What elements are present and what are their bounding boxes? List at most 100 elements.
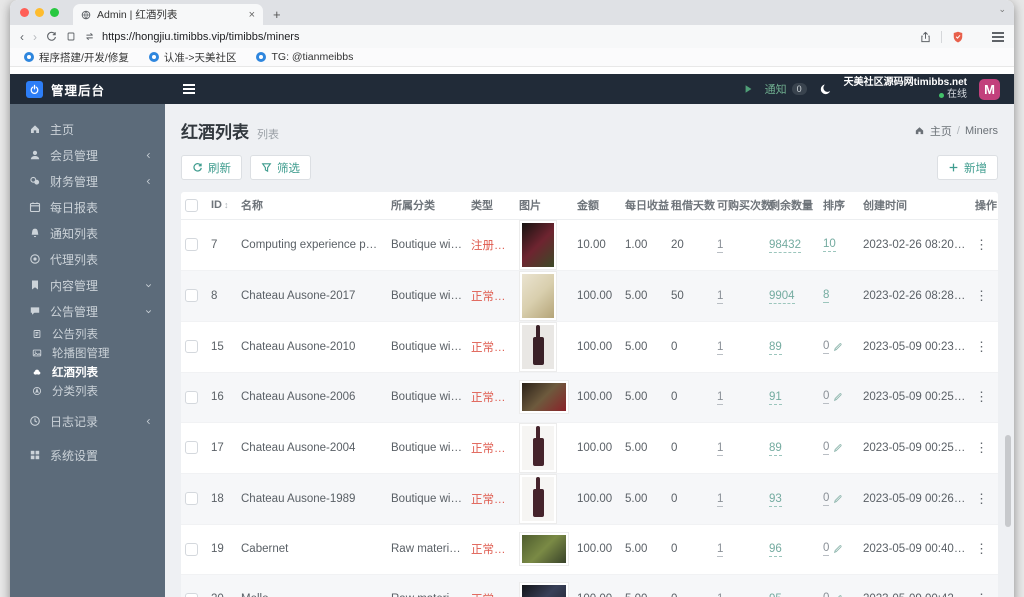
buy-times-link[interactable]: 1 (717, 492, 724, 507)
back-icon[interactable]: ‹ (20, 31, 24, 43)
wine-image[interactable] (519, 321, 557, 371)
edit-pencil-icon[interactable] (833, 544, 843, 554)
bookmark-item[interactable]: 程序搭建/开发/修复 (24, 50, 129, 65)
sort-link[interactable]: 0 (823, 542, 830, 556)
sidebar-item[interactable]: 系统设置 (10, 442, 165, 468)
row-actions-button[interactable]: ⋮ (975, 491, 988, 506)
sort-arrows-icon[interactable]: ↕ (224, 200, 229, 210)
sidebar-item[interactable]: 主页 (10, 116, 165, 142)
edit-pencil-icon[interactable] (833, 443, 843, 453)
remaining-link[interactable]: 89 (769, 340, 782, 355)
row-actions-button[interactable]: ⋮ (975, 440, 988, 455)
row-actions-button[interactable]: ⋮ (975, 389, 988, 404)
address-bar[interactable]: https://hongjiu.timibbs.vip/timibbs/mine… (85, 31, 911, 43)
play-icon[interactable] (744, 84, 753, 94)
tab-close-icon[interactable]: × (249, 9, 255, 21)
remaining-link[interactable]: 98432 (769, 238, 801, 253)
sidebar-item[interactable]: 每日报表 (10, 194, 165, 220)
row-actions-button[interactable]: ⋮ (975, 541, 988, 556)
column-header[interactable]: ID ↕ (207, 192, 237, 220)
reload-icon[interactable] (46, 31, 57, 42)
forward-icon[interactable]: › (33, 31, 37, 43)
refresh-button[interactable]: 刷新 (181, 155, 242, 180)
wine-image[interactable] (519, 582, 569, 597)
browser-menu-icon[interactable] (992, 31, 1004, 42)
sidebar-item[interactable]: 通知列表 (10, 220, 165, 246)
sort-link[interactable]: 10 (823, 238, 836, 252)
row-checkbox[interactable] (185, 441, 198, 454)
adblock-shield-icon[interactable] (952, 31, 964, 43)
share-icon[interactable] (920, 31, 931, 43)
tab-overview-chevron-icon[interactable]: ⌄ (998, 4, 1006, 15)
row-checkbox[interactable] (185, 390, 198, 404)
buy-times-link[interactable]: 1 (717, 340, 724, 355)
row-actions-button[interactable]: ⋮ (975, 237, 988, 252)
wine-image[interactable] (519, 270, 557, 320)
sidebar-item[interactable]: 公告列表 (10, 324, 165, 343)
wine-image[interactable] (519, 532, 569, 566)
edit-pencil-icon[interactable] (833, 342, 843, 352)
add-button[interactable]: 新增 (937, 155, 998, 180)
sort-link[interactable]: 0 (823, 390, 830, 404)
wine-image[interactable] (519, 380, 569, 414)
buy-times-link[interactable]: 1 (717, 441, 724, 456)
row-actions-button[interactable]: ⋮ (975, 591, 988, 597)
new-tab-button[interactable]: + (273, 7, 281, 22)
sidebar-item[interactable]: 红酒列表 (10, 362, 165, 381)
reading-list-icon[interactable] (66, 31, 76, 42)
sidebar-item[interactable]: 日志记录 (10, 408, 165, 434)
remaining-link[interactable]: 91 (769, 391, 782, 405)
edit-pencil-icon[interactable] (833, 494, 843, 504)
row-actions-button[interactable]: ⋮ (975, 339, 988, 354)
row-checkbox[interactable] (185, 492, 198, 505)
remaining-link[interactable]: 9904 (769, 289, 795, 304)
sidebar-item[interactable]: 会员管理 (10, 142, 165, 168)
remaining-link[interactable]: 96 (769, 543, 782, 557)
bookmark-item[interactable]: TG: @tianmeibbs (256, 51, 353, 63)
url-text[interactable]: https://hongjiu.timibbs.vip/timibbs/mine… (102, 31, 299, 43)
maximize-window-button[interactable] (50, 8, 59, 17)
sort-link[interactable]: 0 (823, 441, 830, 455)
browser-tab[interactable]: Admin | 红酒列表 × (73, 4, 263, 25)
row-checkbox[interactable] (185, 592, 198, 597)
sidebar-item[interactable]: 内容管理 (10, 272, 165, 298)
buy-times-link[interactable]: 1 (717, 238, 724, 253)
wine-image[interactable] (519, 422, 557, 472)
sidebar-item[interactable]: 代理列表 (10, 246, 165, 272)
sort-link[interactable]: 0 (823, 592, 829, 597)
sort-link[interactable]: 8 (823, 289, 830, 303)
buy-times-link[interactable]: 1 (717, 593, 724, 597)
wine-image[interactable] (519, 473, 557, 523)
sidebar-item[interactable]: 公告管理 (10, 298, 165, 324)
brand[interactable]: 管理后台 (10, 80, 165, 99)
site-permissions-icon[interactable] (85, 31, 96, 42)
breadcrumb-home[interactable]: 主页 (930, 123, 952, 139)
edit-pencil-icon[interactable] (833, 392, 843, 402)
page-scrollbar-thumb[interactable] (1005, 435, 1011, 527)
row-checkbox[interactable] (185, 542, 198, 556)
notifications-button[interactable]: 通知 0 (765, 81, 807, 97)
sidebar-item[interactable]: 财务管理 (10, 168, 165, 194)
row-checkbox[interactable] (185, 289, 198, 302)
wine-image[interactable] (519, 219, 557, 269)
sidebar-item[interactable]: 分类列表 (10, 381, 165, 400)
remaining-link[interactable]: 93 (769, 492, 782, 507)
buy-times-link[interactable]: 1 (717, 543, 724, 557)
sidebar-item[interactable]: 轮播图管理 (10, 343, 165, 362)
filter-button[interactable]: 筛选 (250, 155, 311, 180)
row-actions-button[interactable]: ⋮ (975, 288, 988, 303)
avatar[interactable]: M (979, 78, 1000, 100)
remaining-link[interactable]: 89 (769, 441, 782, 456)
sidebar-toggle-icon[interactable] (183, 84, 195, 94)
sort-link[interactable]: 0 (823, 340, 830, 354)
dark-mode-moon-icon[interactable] (819, 83, 832, 96)
row-checkbox[interactable] (185, 340, 198, 353)
row-checkbox[interactable] (185, 238, 198, 251)
bookmark-item[interactable]: 认准->天美社区 (148, 50, 236, 65)
sort-link[interactable]: 0 (823, 492, 830, 506)
remaining-link[interactable]: 95 (769, 593, 782, 597)
buy-times-link[interactable]: 1 (717, 289, 724, 304)
minimize-window-button[interactable] (35, 8, 44, 17)
buy-times-link[interactable]: 1 (717, 391, 724, 405)
select-all-checkbox[interactable] (185, 198, 198, 212)
